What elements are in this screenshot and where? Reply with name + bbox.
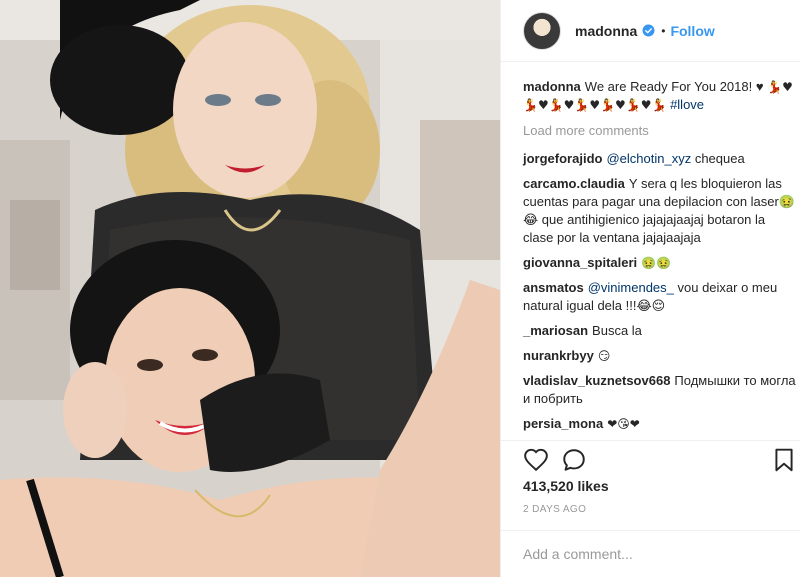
comment-text: 🤢🤢 — [641, 256, 672, 270]
comment-item: ansmatos @vinimendes_ vou deixar o meu na… — [523, 279, 798, 315]
comment-item: jorgeforajido @elchotin_xyz chequea — [523, 150, 798, 168]
comment-username[interactable]: vladislav_kuznetsov668 — [523, 373, 670, 388]
verified-badge-icon — [642, 24, 655, 37]
post-photo[interactable] — [0, 0, 500, 577]
comment-icon[interactable] — [561, 447, 587, 473]
post-side-panel: madonna • Follow madonna We are Ready For… — [500, 0, 800, 577]
profile-avatar[interactable] — [523, 11, 561, 50]
comment-item: giovanna_spitaleri 🤢🤢 — [523, 254, 798, 272]
caption-text: We are Ready For You 2018! ♥ — [584, 79, 764, 94]
add-comment-section — [501, 530, 800, 577]
comment-username[interactable]: jorgeforajido — [523, 151, 602, 166]
comment-item: persia_mona ❤😘❤ — [523, 415, 798, 433]
comment-item: carcamo.claudia Y sera q les bloquieron l… — [523, 175, 798, 247]
comment-username[interactable]: ansmatos — [523, 280, 584, 295]
comments-section: madonna We are Ready For You 2018! ♥ 💃♥💃♥… — [523, 78, 798, 440]
post-timestamp[interactable]: 2 DAYS AGO — [523, 504, 586, 515]
post-author-username[interactable]: madonna — [575, 23, 637, 39]
comment-username[interactable]: carcamo.claudia — [523, 176, 625, 191]
post-photo-illustration — [0, 0, 500, 577]
follow-button[interactable]: Follow — [670, 23, 714, 39]
comment-text: 😏 — [597, 349, 611, 363]
header-separator: • — [661, 23, 666, 38]
bookmark-icon[interactable] — [771, 447, 797, 473]
comment-item: vladislav_kuznetsov668 Подмышки то могла … — [523, 372, 798, 408]
comment-text: Busca la — [592, 323, 642, 338]
caption-hashtag[interactable]: #llove — [670, 97, 704, 112]
comment-text: ❤😘❤ — [607, 417, 640, 431]
post-caption: madonna We are Ready For You 2018! ♥ 💃♥💃♥… — [523, 78, 798, 114]
comment-username[interactable]: persia_mona — [523, 416, 603, 431]
post-header: madonna • Follow — [501, 0, 800, 62]
add-comment-input[interactable] — [523, 543, 783, 565]
comment-mention[interactable]: @elchotin_xyz — [606, 151, 691, 166]
caption-username[interactable]: madonna — [523, 79, 581, 94]
comment-username[interactable]: giovanna_spitaleri — [523, 255, 637, 270]
comment-item: _mariosan Busca la — [523, 322, 798, 340]
load-more-comments-link[interactable]: Load more comments — [523, 122, 798, 140]
comment-username[interactable]: _mariosan — [523, 323, 588, 338]
likes-count[interactable]: 413,520 likes — [523, 478, 609, 494]
comment-item: nurankrbyy 😏 — [523, 347, 798, 365]
comment-text: chequea — [691, 151, 745, 166]
comment-username[interactable]: nurankrbyy — [523, 348, 594, 363]
heart-icon[interactable] — [523, 447, 549, 473]
post-actions-bar — [501, 440, 800, 476]
comment-mention[interactable]: @vinimendes_ — [588, 280, 674, 295]
